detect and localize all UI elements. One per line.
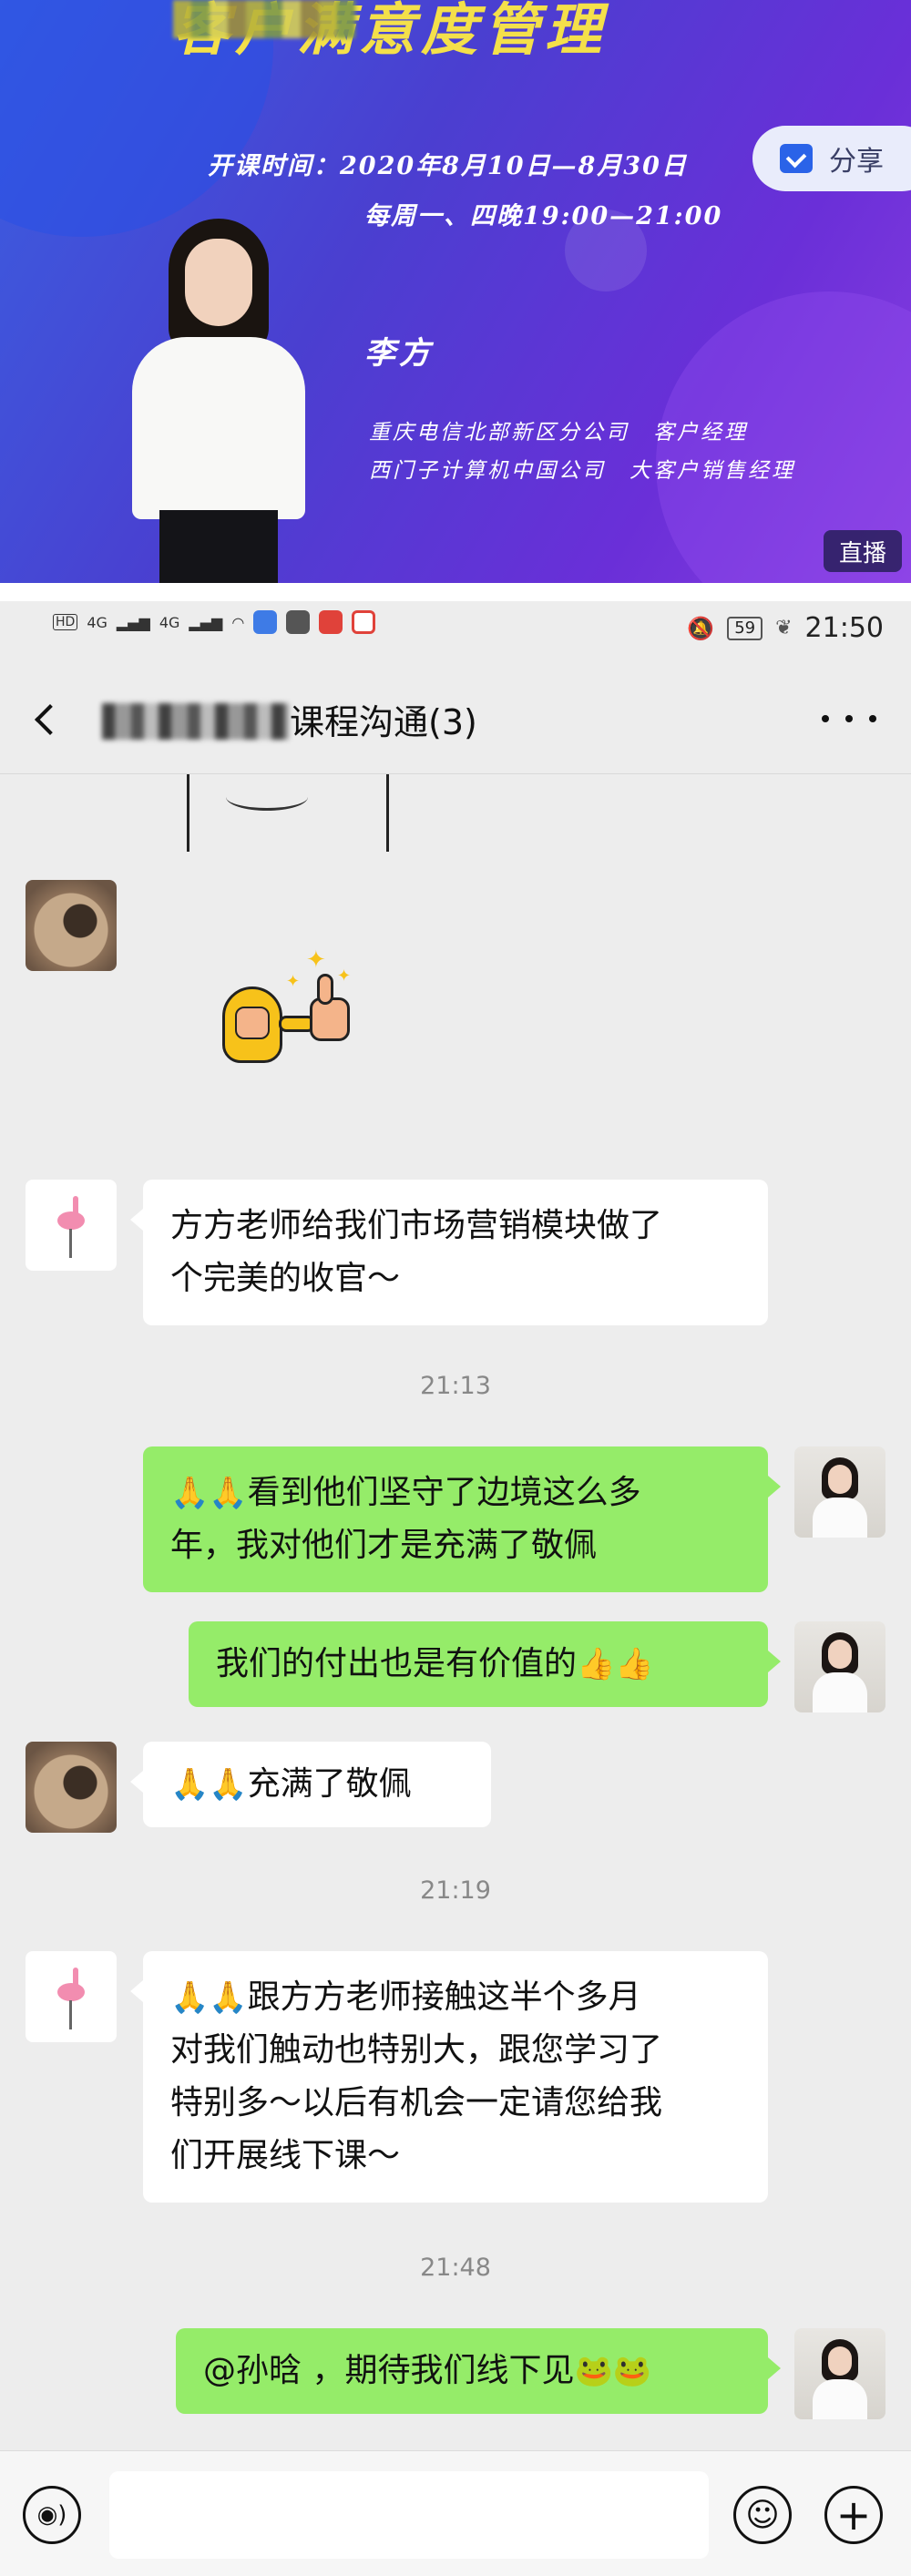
more-actions-button[interactable]: + — [824, 2486, 883, 2544]
course-time: 开课时间：2020年8月10日—8月30日 — [208, 152, 688, 180]
mute-icon: 🔕 — [687, 615, 715, 641]
back-button[interactable] — [27, 694, 73, 745]
battery-icon: 59 — [727, 616, 763, 640]
app-notification-icon — [253, 610, 278, 634]
composer-bar: ◉) ☺ + — [0, 2450, 911, 2576]
more-dots-icon — [822, 715, 829, 722]
message-text: 个完美的收官～ — [170, 1260, 401, 1297]
message-text: 对我们触动也特别大，跟您学习了 — [170, 2031, 663, 2069]
presenter-bio-line: 西门子计算机中国公司 大客户销售经理 — [369, 459, 795, 483]
group-name-redaction — [102, 703, 289, 740]
network-label: 4G — [159, 613, 180, 631]
thumbs-up-emoji: 👍👍 — [577, 1646, 654, 1682]
hd-icon: HD — [53, 614, 78, 630]
presenter-name: 李方 — [364, 335, 434, 372]
message-text: 看到他们坚守了边境这么多 — [247, 1474, 641, 1511]
app-notification-icon — [286, 610, 311, 634]
avatar[interactable] — [26, 1951, 117, 2042]
course-schedule: 每周一、四晚19:00—21:00 — [364, 202, 723, 230]
prayer-emoji: 🙏🙏 — [170, 1979, 248, 2016]
message-bubble[interactable]: 🙏🙏跟方方老师接触这半个多月 对我们触动也特别大，跟您学习了 特别多～以后有机会… — [130, 1951, 768, 2203]
frog-emoji: 🐸🐸 — [574, 2353, 652, 2389]
emoji-icon: ☺ — [745, 2496, 780, 2534]
live-badge[interactable]: 直播 — [824, 530, 902, 572]
message-bubble[interactable]: 我们的付出也是有价值的👍👍 — [189, 1621, 781, 1707]
network-label: 4G — [87, 613, 107, 631]
sticker-image[interactable] — [187, 774, 389, 852]
message-text: 我们的付出也是有价值的 — [216, 1645, 578, 1682]
thumbs-up-sticker[interactable]: ✦ ✦ ✦ — [215, 946, 370, 1089]
message-text: 们开展线下课～ — [170, 2137, 401, 2174]
presenter-photo — [132, 219, 305, 583]
message-text: 充满了敬佩 — [247, 1765, 412, 1803]
avatar[interactable] — [26, 880, 117, 971]
prayer-emoji: 🙏🙏 — [170, 1766, 248, 1803]
share-button[interactable]: 分享 — [752, 126, 911, 191]
message-text: @孙晗 ，期待我们线下见 — [203, 2352, 575, 2389]
message-bubble[interactable]: 🙏🙏充满了敬佩 — [130, 1742, 491, 1827]
avatar[interactable] — [794, 1621, 885, 1712]
chevron-left-icon — [35, 704, 66, 735]
timestamp: 21:19 — [420, 1876, 491, 1905]
wifi-icon: ◠ — [231, 613, 245, 631]
app-notification-icon — [352, 610, 376, 634]
divider — [0, 583, 911, 601]
presenter-bio-line: 重庆电信北部新区分公司 客户经理 — [369, 421, 748, 445]
prayer-emoji: 🙏🙏 — [170, 1475, 248, 1511]
message-input[interactable] — [109, 2471, 709, 2559]
avatar[interactable] — [794, 1446, 885, 1538]
signal-icon: ▂▄▆ — [189, 613, 223, 631]
message-text: 方方老师给我们市场营销模块做了 — [170, 1207, 663, 1244]
voice-icon: ◉) — [36, 2501, 67, 2529]
leaf-icon: ❦ — [775, 617, 793, 639]
signal-icon: ▂▄▆ — [116, 613, 150, 631]
course-banner: 客户满意度管理 分享 开课时间：2020年8月10日—8月30日 每周一、四晚1… — [0, 0, 911, 583]
clock-time: 21:50 — [804, 612, 884, 644]
share-icon — [780, 144, 813, 173]
message-text: 跟方方老师接触这半个多月 — [247, 1978, 641, 2016]
share-label: 分享 — [829, 146, 884, 178]
message-text: 年，我对他们才是充满了敬佩 — [170, 1527, 598, 1564]
voice-button[interactable]: ◉) — [23, 2486, 81, 2544]
message-text: 特别多～以后有机会一定请您给我 — [170, 2084, 663, 2121]
plus-icon: + — [835, 2490, 872, 2540]
avatar[interactable] — [26, 1742, 117, 1833]
message-bubble[interactable]: 方方老师给我们市场营销模块做了 个完美的收官～ — [130, 1180, 768, 1325]
message-bubble[interactable]: 🙏🙏看到他们坚守了边境这么多 年，我对他们才是充满了敬佩 — [143, 1446, 781, 1592]
banner-title-redaction — [173, 0, 355, 38]
avatar[interactable] — [794, 2328, 885, 2419]
message-bubble[interactable]: @孙晗 ，期待我们线下见🐸🐸 — [176, 2328, 781, 2414]
message-list[interactable]: ✦ ✦ ✦ 方方老师给我们市场营销模块做了 个完美的收官～ 21:13 🙏🙏看到… — [0, 774, 911, 2450]
more-button[interactable] — [822, 705, 876, 732]
status-bar: HD 4G ▂▄▆ 4G ▂▄▆ ◠ 🔕 59 ❦ 21:50 — [0, 601, 911, 667]
emoji-button[interactable]: ☺ — [733, 2486, 792, 2544]
timestamp: 21:13 — [420, 1372, 491, 1400]
avatar[interactable] — [26, 1180, 117, 1271]
chat-header: 课程沟通(3) — [0, 667, 911, 774]
timestamp: 21:48 — [420, 2254, 491, 2282]
app-notification-icon — [319, 610, 343, 634]
chat-title: 课程沟通(3) — [290, 702, 477, 742]
